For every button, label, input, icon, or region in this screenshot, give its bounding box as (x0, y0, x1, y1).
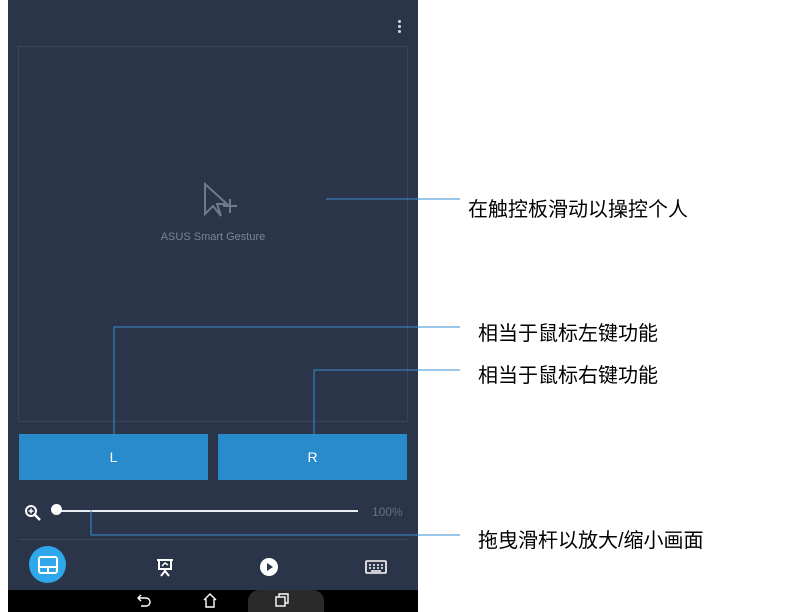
callout-left-click: 相当于鼠标左键功能 (478, 323, 658, 345)
callout-right-click: 相当于鼠标右键功能 (478, 365, 658, 387)
leader-right-click (313, 369, 460, 437)
callout-zoom: 拖曳滑杆以放大/缩小画面 (478, 530, 704, 552)
callout-touchpad: 在触控板滑动以操控个人 (468, 199, 688, 221)
leader-zoom (90, 510, 460, 536)
leader-left-click (113, 326, 460, 437)
callout-leaders (90, 198, 460, 536)
